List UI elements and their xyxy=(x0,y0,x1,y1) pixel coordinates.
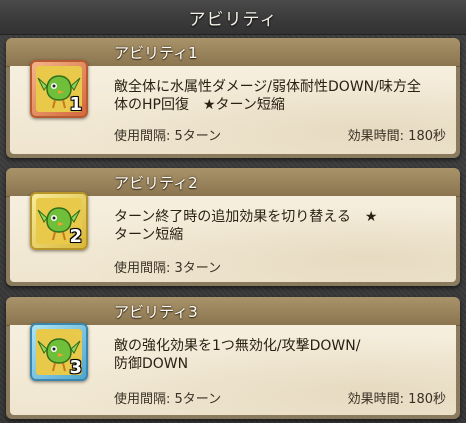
description-line: ターン終了時の追加効果を切り替える ★ xyxy=(114,209,378,225)
ability-number: 1 xyxy=(69,94,82,115)
ability-number: 3 xyxy=(69,357,82,378)
ability-icon-frame[interactable]: 2 xyxy=(30,192,88,250)
ability-duration: 効果時間: 180秒 xyxy=(347,392,446,407)
ability-icon-frame[interactable]: 1 xyxy=(30,60,88,118)
card-title-bar xyxy=(6,297,460,326)
ability-name: アビリティ1 xyxy=(114,44,198,62)
description-line: 体のHP回復 ★ターン短縮 xyxy=(114,97,285,113)
description-line: ターン短縮 xyxy=(114,227,184,243)
ability-interval: 使用間隔: 5ターン xyxy=(114,392,222,407)
ability-duration: 効果時間: 180秒 xyxy=(347,129,446,144)
ability-header: アビリティ xyxy=(0,0,466,35)
ability-description: 敵の強化効果を1つ無効化/攻撃DOWN/ 防御DOWN xyxy=(114,337,434,373)
ability-card-3[interactable]: アビリティ3 3 敵の強化効果を1つ無効化/攻撃DOWN/ 防御DOWN 使用間… xyxy=(6,297,460,419)
ability-card-1[interactable]: アビリティ1 1 敵全体に水属性ダメージ/弱体耐性DOWN/味方全 体のHP回復… xyxy=(6,38,460,158)
ability-number: 2 xyxy=(69,226,82,247)
description-line: 敵の強化効果を1つ無効化/攻撃DOWN/ xyxy=(114,338,361,354)
header-title: アビリティ xyxy=(188,9,278,30)
ability-interval: 使用間隔: 3ターン xyxy=(114,261,222,276)
description-line: 敵全体に水属性ダメージ/弱体耐性DOWN/味方全 xyxy=(114,79,421,95)
description-line: 防御DOWN xyxy=(114,356,189,372)
ability-name: アビリティ3 xyxy=(114,303,198,321)
ability-description: ターン終了時の追加効果を切り替える ★ ターン短縮 xyxy=(114,208,434,244)
ability-interval: 使用間隔: 5ターン xyxy=(114,129,222,144)
ability-description: 敵全体に水属性ダメージ/弱体耐性DOWN/味方全 体のHP回復 ★ターン短縮 xyxy=(114,78,434,114)
ability-icon-frame[interactable]: 3 xyxy=(30,323,88,381)
ability-card-2[interactable]: アビリティ2 2 ターン終了時の追加効果を切り替える ★ ターン短縮 使用間隔:… xyxy=(6,168,460,286)
ability-name: アビリティ2 xyxy=(114,174,198,192)
